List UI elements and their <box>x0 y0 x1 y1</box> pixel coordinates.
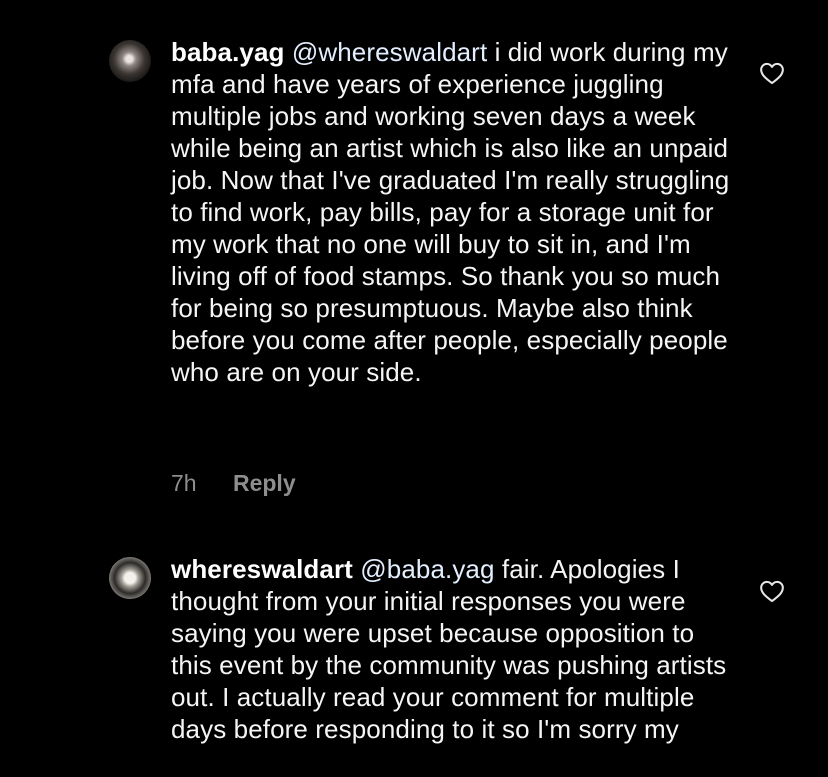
heart-outline-icon[interactable] <box>759 579 785 603</box>
comment-meta: 7h Reply <box>171 469 296 497</box>
comment-clip: whereswaldart @baba.yag fair. Apologies … <box>171 553 751 765</box>
avatar[interactable] <box>109 557 151 599</box>
reply-button[interactable]: Reply <box>233 469 296 497</box>
comment-text: i did work during my mfa and have years … <box>171 37 730 387</box>
heart-outline-icon[interactable] <box>759 61 785 85</box>
comment-mention[interactable]: @whereswaldart <box>292 37 487 67</box>
comment-mention[interactable]: @baba.yag <box>360 554 494 584</box>
comment-body: whereswaldart @baba.yag fair. Apologies … <box>171 553 731 745</box>
comment-username[interactable]: whereswaldart <box>171 554 353 584</box>
comment-body: baba.yag @whereswaldart i did work durin… <box>171 36 731 388</box>
comment-username[interactable]: baba.yag <box>171 37 285 67</box>
comment-timestamp: 7h <box>171 470 197 496</box>
avatar[interactable] <box>109 40 151 82</box>
